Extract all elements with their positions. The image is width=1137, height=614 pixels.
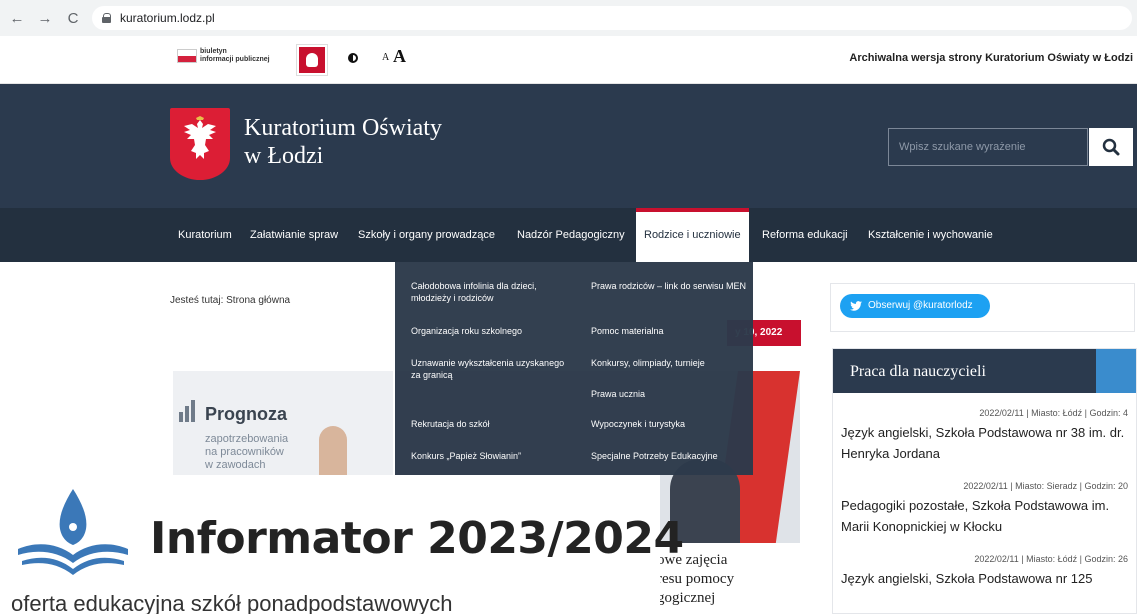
reload-icon[interactable]: C (62, 7, 84, 29)
bip-line2: informacji publicznej (200, 56, 270, 63)
site-header: Kuratorium Oświaty w Łodzi (0, 84, 1137, 208)
back-icon[interactable]: ← (6, 7, 28, 29)
job-link-1[interactable]: Język angielski, Szkoła Podstawowa nr 38… (841, 422, 1131, 464)
informator-title: Informator 2023/2024 (150, 513, 684, 564)
twitter-follow-label: Obserwuj @kuratorlodz (868, 300, 973, 311)
coat-of-arms-logo[interactable] (170, 108, 230, 180)
book-pen-icon (18, 489, 128, 575)
twitter-follow-button[interactable]: Obserwuj @kuratorlodz (840, 294, 990, 318)
address-bar[interactable]: kuratorium.lodz.pl (92, 6, 1132, 30)
article-line-2: resu pomocy (657, 571, 735, 587)
dropdown-item-pomoc-materialna[interactable]: Pomoc materialna (591, 325, 751, 337)
job-meta-2: 2022/02/11 | Miasto: Sieradz | Godzin: 2… (963, 481, 1128, 491)
bar-chart-icon (179, 400, 195, 422)
emblem-icon[interactable] (297, 45, 327, 75)
bip-line1: biuletyn (200, 48, 227, 55)
browser-toolbar: ← → C kuratorium.lodz.pl (0, 0, 1137, 36)
site-title-line1: Kuratorium Oświaty (244, 115, 442, 141)
search-icon (1102, 138, 1120, 156)
dropdown-item-prawa-ucznia[interactable]: Prawa ucznia (591, 388, 751, 400)
nav-item-rodzice-i-uczniowie[interactable]: Rodzice i uczniowie (636, 208, 749, 262)
informator-banner[interactable]: Informator 2023/2024 oferta edukacyjna s… (0, 475, 684, 614)
archive-notice: Archiwalna wersja strony Kuratorium Oświ… (849, 52, 1133, 64)
nav-item-reforma[interactable]: Reforma edukacji (762, 208, 848, 262)
forward-icon[interactable]: → (34, 7, 56, 29)
job-link-2[interactable]: Pedagogiki pozostałe, Szkoła Podstawowa … (841, 495, 1131, 537)
site-title-line2: w Łodzi (244, 143, 324, 169)
dropdown-item-konkurs-papiez[interactable]: Konkurs „Papież Słowianin” (411, 450, 571, 462)
nav-item-szkoly[interactable]: Szkoły i organy prowadzące (358, 208, 495, 262)
page-root: ← → C kuratorium.lodz.pl biuletyn inform… (0, 0, 1137, 614)
dropdown-item-uznawanie[interactable]: Uznawanie wykształcenia uzyskanego za gr… (411, 357, 571, 381)
header-accent-tab (1096, 349, 1136, 393)
dropdown-item-organizacja[interactable]: Organizacja roku szkolnego (411, 325, 571, 337)
teacher-jobs-box: Praca dla nauczycieli 2022/02/11 | Miast… (832, 348, 1137, 614)
search-input[interactable] (888, 128, 1088, 166)
informator-subtitle: oferta edukacyjna szkół ponadpodstawowyc… (11, 591, 453, 614)
person-photo (319, 426, 347, 481)
dropdown-item-wypoczynek[interactable]: Wypoczynek i turystyka (591, 418, 751, 430)
job-meta-1: 2022/02/11 | Miasto: Łódź | Godzin: 4 (979, 408, 1128, 418)
dropdown-item-infolinia[interactable]: Całodobowa infolinia dla dzieci, młodzie… (411, 280, 571, 304)
font-increase-button[interactable]: A (393, 46, 406, 67)
article-line-3: gogicznej (657, 590, 716, 606)
prognoza-title: Prognoza (205, 404, 288, 424)
prognoza-banner[interactable]: Prognoza zapotrzebowania na pracowników … (173, 371, 393, 481)
teacher-jobs-title[interactable]: Praca dla nauczycieli (850, 363, 986, 381)
contrast-icon[interactable] (348, 53, 358, 63)
breadcrumb: Jesteś tutaj: Strona główna (170, 295, 291, 306)
dropdown-item-prawa-rodzicow[interactable]: Prawa rodziców – link do serwisu MEN (591, 280, 751, 292)
dropdown-item-konkursy[interactable]: Konkursy, olimpiady, turnieje (591, 357, 751, 369)
prognoza-sub-1: zapotrzebowania (205, 433, 289, 445)
nav-item-zalatwianie-spraw[interactable]: Załatwianie spraw (250, 208, 338, 262)
dropdown-item-spe[interactable]: Specjalne Potrzeby Edukacyjne (591, 450, 751, 462)
url-text: kuratorium.lodz.pl (120, 11, 215, 25)
search-form (888, 128, 1133, 166)
nav-item-nadzor[interactable]: Nadzór Pedagogiczny (517, 208, 625, 262)
search-button[interactable] (1089, 128, 1133, 166)
main-navigation: Kuratorium Załatwianie spraw Szkoły i or… (0, 208, 1137, 262)
prognoza-sub-3: w zawodach (205, 459, 266, 471)
font-decrease-button[interactable]: A (382, 52, 389, 63)
twitter-bird-icon (850, 301, 862, 311)
bip-flag-icon (177, 49, 197, 63)
dropdown-menu-rodzice: Całodobowa infolinia dla dzieci, młodzie… (395, 262, 753, 475)
dropdown-item-rekrutacja[interactable]: Rekrutacja do szkół (411, 418, 571, 430)
nav-item-kuratorium[interactable]: Kuratorium (178, 208, 232, 262)
eagle-icon (184, 116, 216, 159)
bip-logo[interactable]: biuletyn informacji publicznej (177, 48, 270, 64)
prognoza-sub-2: na pracowników (205, 446, 284, 458)
nav-item-ksztalcenie[interactable]: Kształcenie i wychowanie (868, 208, 993, 262)
job-meta-3: 2022/02/11 | Miasto: Łódź | Godzin: 26 (974, 554, 1128, 564)
teacher-jobs-header: Praca dla nauczycieli (833, 349, 1136, 393)
lock-icon (102, 13, 112, 23)
job-link-3[interactable]: Język angielski, Szkoła Podstawowa nr 12… (841, 568, 1131, 589)
site-title[interactable]: Kuratorium Oświaty w Łodzi (244, 114, 442, 170)
